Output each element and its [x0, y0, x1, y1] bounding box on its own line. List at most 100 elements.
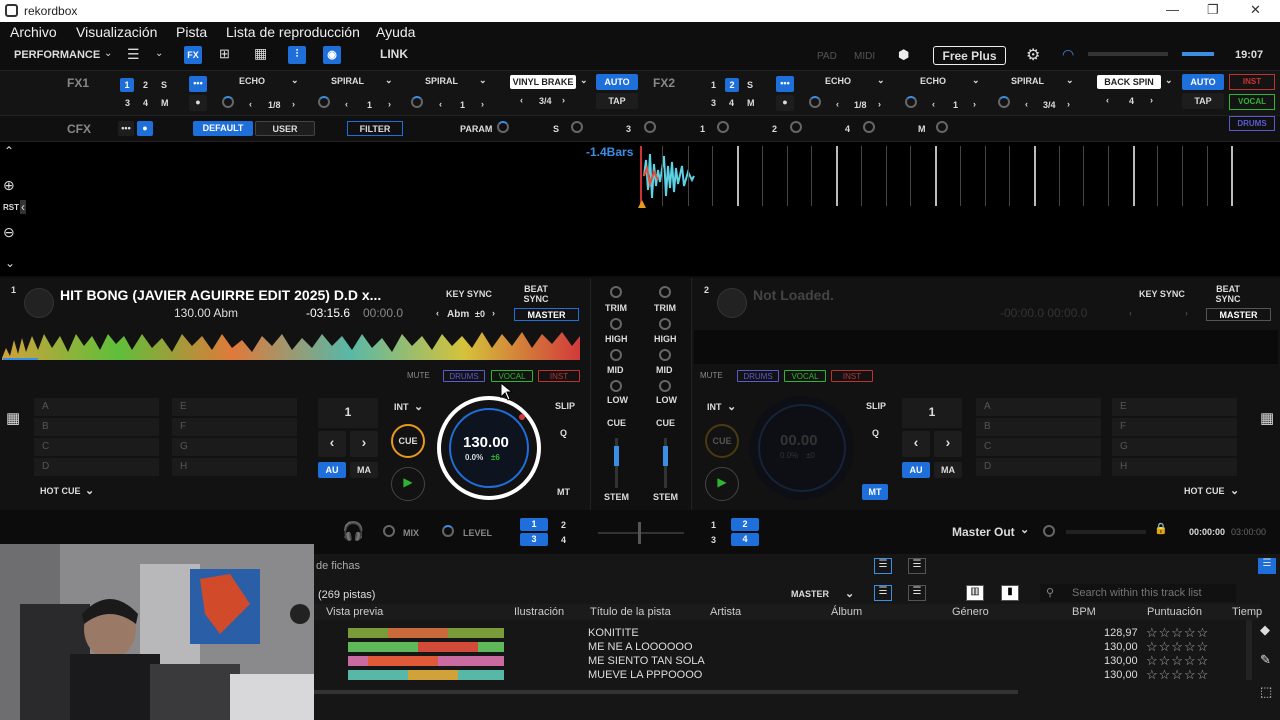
fx1-slot-s[interactable]: S — [161, 80, 167, 90]
fx1-power-icon[interactable]: ● — [189, 95, 207, 111]
cfx-filter-button[interactable]: FILTER — [347, 121, 403, 136]
list-mode-icon[interactable]: ☰ — [874, 585, 892, 601]
deck2-loop-length[interactable]: 1 — [902, 398, 962, 428]
chevron-left-icon[interactable]: ‹ — [345, 99, 348, 109]
menu-visualizacion[interactable]: Visualización — [76, 24, 157, 40]
headphone-mix-knob[interactable] — [383, 525, 395, 537]
pad-label[interactable]: PAD — [817, 51, 837, 62]
deck1-overview-waveform[interactable] — [2, 330, 580, 360]
col-rating[interactable]: Puntuación — [1147, 606, 1202, 618]
fx1-auto-button[interactable]: AUTO — [596, 74, 638, 90]
tag-icon[interactable]: ◆ — [1260, 622, 1270, 638]
cfx-knob-m[interactable] — [936, 121, 948, 133]
deck2-ma-button[interactable]: MA — [934, 462, 962, 478]
deck1-vocal[interactable]: VOCAL — [491, 370, 533, 382]
lock-icon[interactable]: 🔒 — [1154, 522, 1168, 535]
deck2-inst[interactable]: INST — [831, 370, 873, 382]
record-icon[interactable]: ◉ — [323, 46, 341, 64]
col-artwork[interactable]: Ilustración — [514, 606, 564, 618]
fx1-effect-2[interactable]: SPIRAL — [331, 76, 364, 86]
headphones-icon[interactable]: 🎧 — [342, 521, 364, 542]
mode-selector[interactable]: PERFORMANCE — [14, 49, 100, 61]
deck2-play-icon[interactable]: ▶ — [705, 467, 739, 501]
chevron-left-icon[interactable]: ‹ — [436, 308, 439, 318]
chevron-down-icon[interactable]: ⌄ — [1066, 75, 1074, 86]
chevron-right-icon[interactable]: › — [350, 431, 378, 457]
table-row[interactable]: KONITITE 128,97 ☆☆☆☆☆ — [318, 625, 1248, 641]
master-out-select[interactable]: Master Out — [952, 525, 1015, 539]
deck-select-r3[interactable]: 3 — [711, 535, 716, 545]
search-box[interactable]: ⚲ — [1040, 584, 1236, 602]
deck1-au-button[interactable]: AU — [318, 462, 346, 478]
high-knob-1[interactable] — [610, 318, 622, 330]
fx2-effect-3[interactable]: SPIRAL — [1011, 76, 1044, 86]
cfx-user-button[interactable]: USER — [255, 121, 315, 136]
deck2-vocal[interactable]: VOCAL — [784, 370, 826, 382]
chevron-down-icon[interactable]: ⌄ — [877, 75, 885, 86]
link-button[interactable]: LINK — [380, 47, 408, 61]
deck1-jog-wheel[interactable]: 130.00 0.0% ±6 — [437, 396, 541, 500]
fx2-slot-s[interactable]: S — [747, 80, 753, 90]
chevron-left-icon[interactable]: ‹ — [1025, 99, 1028, 109]
layout-menu-icon[interactable]: ☰ — [127, 46, 140, 63]
mixer-cue-2[interactable]: CUE — [656, 418, 675, 428]
deck1-int[interactable]: INT — [394, 402, 409, 412]
chevron-right-icon[interactable]: › — [481, 99, 484, 109]
chevron-left-icon[interactable]: ‹ — [520, 95, 523, 105]
table-row[interactable]: MUEVE LA PPPOOOO 130,00 ☆☆☆☆☆ — [318, 667, 1248, 683]
chevron-down-icon[interactable]: ⌄ — [580, 75, 588, 86]
deck2-hotcue-h[interactable]: H — [1112, 458, 1237, 476]
deck1-cue-button[interactable]: CUE — [391, 424, 425, 458]
deck2-beat-sync[interactable]: BEAT SYNC — [1214, 284, 1242, 304]
deck1-loop-length[interactable]: 1 — [318, 398, 378, 428]
deck1-hotcue-g[interactable]: G — [172, 438, 297, 456]
zoom-out-icon[interactable]: ⊖ — [3, 224, 15, 241]
deck-select-2[interactable]: 2 — [561, 520, 566, 530]
mid-knob-2[interactable] — [659, 349, 671, 361]
chevron-down-icon[interactable]: ⌄ — [85, 484, 94, 497]
chevron-left-icon[interactable]: ‹ — [836, 99, 839, 109]
fx1-slot-3[interactable]: 3 — [125, 98, 130, 108]
close-icon[interactable]: ✕ — [1250, 2, 1261, 18]
deck1-inst[interactable]: INST — [538, 370, 580, 382]
chevron-right-icon[interactable]: › — [388, 99, 391, 109]
chevron-right-icon[interactable]: › — [562, 95, 565, 105]
fx1-slot-4[interactable]: 4 — [143, 98, 148, 108]
col-time[interactable]: Tiemp — [1232, 606, 1262, 618]
fx2-drums-button[interactable]: DRUMS — [1229, 116, 1275, 131]
fx2-knob-2[interactable] — [905, 96, 917, 108]
high-knob-2[interactable] — [659, 318, 671, 330]
deck-select-r2[interactable]: 2 — [731, 518, 759, 531]
chevron-down-icon[interactable]: ⌄ — [385, 75, 393, 86]
maximize-icon[interactable]: ❐ — [1207, 2, 1219, 18]
deck2-slip[interactable]: SLIP — [866, 401, 886, 411]
chevron-down-icon[interactable]: ⌄ — [414, 400, 423, 413]
chevron-right-icon[interactable]: › — [934, 431, 962, 457]
grid-view-icon[interactable]: ▦ — [1260, 409, 1274, 427]
chevron-left-icon[interactable]: ‹ — [249, 99, 252, 109]
fx1-effect-3[interactable]: SPIRAL — [425, 76, 458, 86]
deck1-drums[interactable]: DRUMS — [443, 370, 485, 382]
fx2-vocal-button[interactable]: VOCAL — [1229, 94, 1275, 110]
deck2-master-button[interactable]: MASTER — [1206, 308, 1271, 321]
deck2-hot-cue-mode[interactable]: HOT CUE — [1184, 486, 1225, 496]
fx2-effect-2[interactable]: ECHO — [920, 76, 946, 86]
fx2-slot-2[interactable]: 2 — [725, 78, 739, 92]
deck2-hotcue-c[interactable]: C — [976, 438, 1101, 456]
chevron-right-icon[interactable]: › — [973, 99, 976, 109]
col-bpm[interactable]: BPM — [1072, 606, 1096, 618]
deck2-hotcue-a[interactable]: A — [976, 398, 1101, 416]
deck1-key-sync[interactable]: KEY SYNC — [446, 289, 492, 299]
fx2-slot-m[interactable]: M — [747, 98, 755, 108]
artwork-mode-icon[interactable]: ☰ — [908, 585, 926, 601]
vertical-scrollbar[interactable] — [1246, 620, 1252, 680]
deck2-hotcue-e[interactable]: E — [1112, 398, 1237, 416]
deck1-play-icon[interactable]: ▶ — [391, 467, 425, 501]
deck2-mt-button[interactable]: MT — [862, 484, 888, 500]
table-row[interactable]: ME NE A LOOOOOO 130,00 ☆☆☆☆☆ — [318, 639, 1248, 655]
cfx-knob-4[interactable] — [863, 121, 875, 133]
mixer-panel-icon[interactable]: ⫶ — [288, 46, 306, 64]
mixer-stem-2[interactable]: STEM — [653, 492, 678, 502]
fx2-knob-1[interactable] — [809, 96, 821, 108]
fx-panel-button[interactable]: FX — [184, 46, 202, 64]
